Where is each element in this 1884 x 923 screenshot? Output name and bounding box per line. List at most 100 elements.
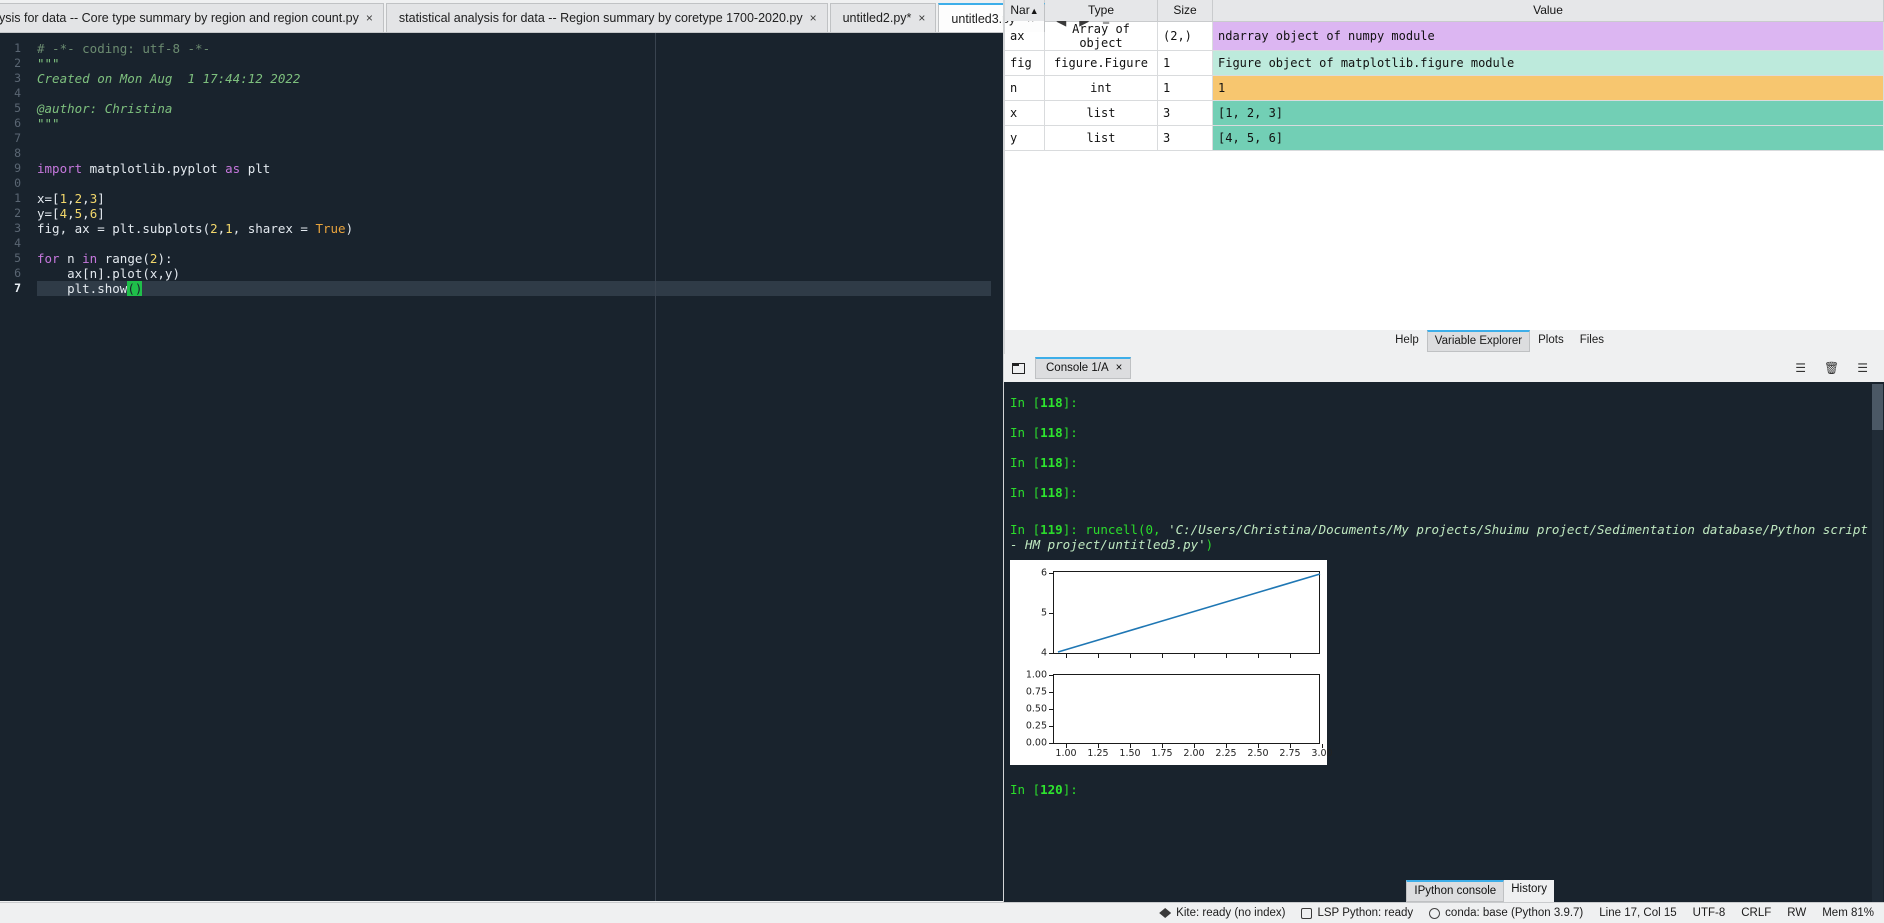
status-lsp-label: LSP Python: ready xyxy=(1317,907,1414,919)
python-env-icon xyxy=(1429,907,1441,919)
code-token: as xyxy=(225,161,241,176)
editor-tabbar: ysis for data -- Core type summary by re… xyxy=(0,0,1110,33)
trash-icon[interactable]: 🗑 xyxy=(1824,361,1839,375)
editor-tab-2[interactable]: statistical analysis for data -- Region … xyxy=(385,3,828,32)
editor-scrollbar[interactable] xyxy=(991,33,1003,901)
column-header-name[interactable]: Nar▲ xyxy=(1004,0,1045,22)
code-editor[interactable]: 1 2 3 4 5 6 7 8 9 0 1 2 3 4 5 6 7 # -*- … xyxy=(0,33,1003,901)
status-eol: CRLF xyxy=(1741,907,1772,919)
console-options-icon[interactable]: ☰ xyxy=(1857,361,1868,375)
code-token: , xyxy=(82,206,90,221)
table-row[interactable]: ax Array of object (2,) ndarray object of n… xyxy=(1004,20,1884,51)
y-tick-mark xyxy=(1049,613,1053,614)
x-tick-mark xyxy=(1194,654,1195,658)
y-tick-label: 4 xyxy=(1040,647,1047,659)
console-output[interactable]: In [118]: In [118]: In [118]: In [118]: … xyxy=(1004,382,1884,923)
tab-help[interactable]: Help xyxy=(1387,330,1427,351)
y-tick-label: 1.00 xyxy=(1025,669,1047,681)
console-tab-label: Console 1/A xyxy=(1046,362,1109,374)
new-console-icon[interactable] xyxy=(1012,362,1025,374)
close-icon[interactable]: × xyxy=(1116,362,1123,374)
code-token: ] xyxy=(97,206,105,221)
code-token: @author: Christina xyxy=(37,101,173,116)
y-tick-mark xyxy=(1049,709,1053,710)
status-bar: Kite: ready (no index) LSP Python: ready… xyxy=(0,902,1884,923)
console-prompt-last: In [120]: xyxy=(1010,782,1078,797)
y-tick-mark xyxy=(1049,743,1053,744)
code-line: for n in range(2): xyxy=(37,251,1003,266)
code-token: plt.show xyxy=(37,281,128,296)
code-line: """ xyxy=(37,116,1003,131)
status-kite: Kite: ready (no index) xyxy=(1159,907,1285,919)
console-left-rail xyxy=(1004,382,1007,923)
editor-tab-3[interactable]: untitled2.py* × xyxy=(829,3,937,32)
code-token: fig, ax = plt.subplots( xyxy=(37,221,211,236)
close-icon[interactable]: × xyxy=(918,11,925,25)
code-token: 1 xyxy=(225,221,233,236)
editor-pane: ysis for data -- Core type summary by re… xyxy=(0,0,1110,923)
line-number: 1 xyxy=(14,191,21,205)
spyder-window: ysis for data -- Core type summary by re… xyxy=(0,0,1884,923)
line-number: 7 xyxy=(14,281,21,295)
status-encoding: UTF-8 xyxy=(1692,907,1726,919)
y-tick-mark xyxy=(1049,675,1053,676)
console-scrollbar[interactable] xyxy=(1872,384,1883,921)
console-toolbar: ☰ 🗑 ☰ xyxy=(1795,361,1876,375)
code-token: x=[ xyxy=(37,191,60,206)
close-icon[interactable]: × xyxy=(366,11,373,25)
code-token: """ xyxy=(37,116,60,131)
code-token: """ xyxy=(37,56,60,71)
line-number: 9 xyxy=(14,161,21,175)
console-tab[interactable]: Console 1/A × xyxy=(1035,357,1132,379)
tab-variable-explorer[interactable]: Variable Explorer xyxy=(1426,330,1531,352)
x-tick-mark xyxy=(1098,654,1099,658)
y-tick-mark xyxy=(1049,692,1053,693)
table-row[interactable]: fig figure.Figure 1 Figure object of matplo… xyxy=(1004,49,1884,76)
code-token: , xyxy=(67,206,75,221)
editor-tab-label: statistical analysis for data -- Region … xyxy=(398,11,803,25)
status-memory: Mem 81% xyxy=(1822,907,1874,919)
x-tick-label: 2.50 xyxy=(1247,748,1269,759)
code-token: plt xyxy=(240,161,271,176)
matplotlib-figure: 6 5 4 1.00 0.75 0.50 0.25 0.00 1.00 1.25… xyxy=(1010,560,1333,765)
table-header-row: Nar▲ Type Size Value xyxy=(1004,0,1884,22)
editor-tab-1[interactable]: ysis for data -- Core type summary by re… xyxy=(0,3,384,32)
code-token: # -*- coding: utf-8 -*- xyxy=(37,41,211,56)
console-list-icon[interactable]: ☰ xyxy=(1795,361,1806,375)
console-header: Console 1/A × ☰ 🗑 ☰ xyxy=(1004,354,1884,382)
tab-plots[interactable]: Plots xyxy=(1530,330,1572,351)
code-token: ): xyxy=(157,251,173,266)
status-readwrite: RW xyxy=(1787,907,1807,919)
code-text[interactable]: # -*- coding: utf-8 -*- """ Created on Mon… xyxy=(25,33,1003,901)
code-token: , xyxy=(67,191,75,206)
close-icon[interactable]: × xyxy=(810,11,817,25)
x-tick-label: 2.25 xyxy=(1215,748,1237,759)
y-tick-label: 6 xyxy=(1040,567,1047,579)
subplot-bottom: 1.00 0.75 0.50 0.25 0.00 1.00 1.25 1.50 1.7… xyxy=(1013,669,1333,762)
x-tick-label: 1.50 xyxy=(1119,748,1141,759)
code-token: True xyxy=(315,221,346,236)
column-header-type[interactable]: Type xyxy=(1044,0,1158,22)
table-row[interactable]: n int 1 1 xyxy=(1004,74,1884,101)
code-line: @author: Christina xyxy=(37,101,1003,116)
column-header-size[interactable]: Size xyxy=(1157,0,1213,22)
x-tick-label: 3.00 xyxy=(1311,748,1333,759)
tab-history[interactable]: History xyxy=(1504,880,1554,902)
code-token: , xyxy=(82,191,90,206)
column-header-value[interactable]: Value xyxy=(1212,0,1884,22)
variable-table-empty-area xyxy=(1004,150,1884,330)
variable-name-cell: fig xyxy=(1004,49,1045,76)
editor-tab-label: ysis for data -- Core type summary by re… xyxy=(0,11,359,25)
tab-files[interactable]: Files xyxy=(1571,330,1612,351)
code-token: , sharex = xyxy=(232,221,316,236)
tab-ipython-console[interactable]: IPython console xyxy=(1406,880,1505,902)
table-row[interactable]: y list 3 [4, 5, 6] xyxy=(1004,124,1884,151)
line-number: 2 xyxy=(14,56,21,70)
table-row[interactable]: x list 3 [1, 2, 3] xyxy=(1004,99,1884,126)
variable-name-cell: y xyxy=(1004,124,1045,151)
variable-name-cell: n xyxy=(1004,74,1045,101)
panel-tab-strip: Help Variable Explorer Plots Files xyxy=(1003,330,1884,354)
